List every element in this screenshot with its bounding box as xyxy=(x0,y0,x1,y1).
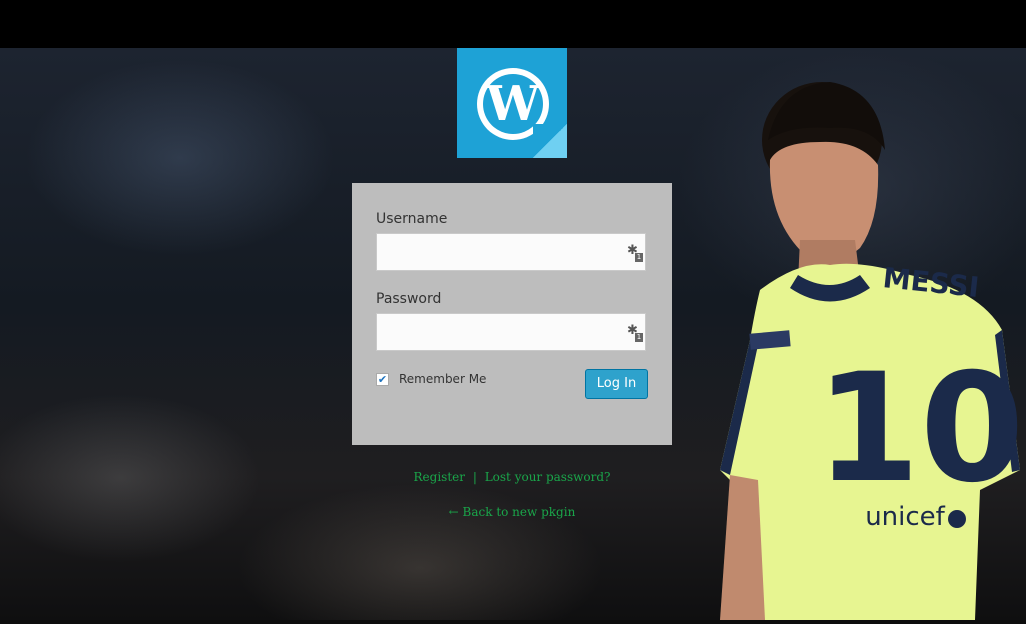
remember-me-label[interactable]: Remember Me xyxy=(399,372,486,386)
login-button[interactable]: Log In xyxy=(585,369,648,399)
back-to-site-link[interactable]: ← Back to new pkgin xyxy=(449,505,576,519)
page-fold-decoration xyxy=(533,124,567,158)
remember-me[interactable]: ✔ Remember Me xyxy=(376,372,486,386)
username-input[interactable] xyxy=(377,234,645,270)
password-input[interactable] xyxy=(377,314,645,350)
password-label: Password xyxy=(376,291,442,307)
remember-me-checkbox[interactable]: ✔ xyxy=(376,372,389,386)
wordpress-logo[interactable]: W xyxy=(457,48,567,158)
password-field[interactable]: ✱ 1 xyxy=(376,313,646,351)
jersey-sponsor: unicef xyxy=(865,502,945,532)
link-separator: | xyxy=(472,470,477,484)
lost-password-link[interactable]: Lost your password? xyxy=(485,470,611,484)
key-badge: 1 xyxy=(635,333,643,342)
register-link[interactable]: Register xyxy=(414,470,465,484)
key-badge: 1 xyxy=(635,253,643,262)
login-form: Username ✱ 1 Password ✱ 1 ✔ Remember Me … xyxy=(352,183,672,445)
bottom-edge xyxy=(0,620,1026,624)
password-manager-key-icon[interactable]: ✱ 1 xyxy=(627,244,643,262)
jersey-number: 10 xyxy=(816,342,1025,516)
auth-links: Register | Lost your password? xyxy=(352,470,672,484)
password-manager-key-icon[interactable]: ✱ 1 xyxy=(627,324,643,342)
background-player-image: MESSI 10 unicef xyxy=(720,70,1026,620)
username-label: Username xyxy=(376,211,448,227)
username-field[interactable]: ✱ 1 xyxy=(376,233,646,271)
back-link-row: ← Back to new pkgin xyxy=(352,505,672,519)
